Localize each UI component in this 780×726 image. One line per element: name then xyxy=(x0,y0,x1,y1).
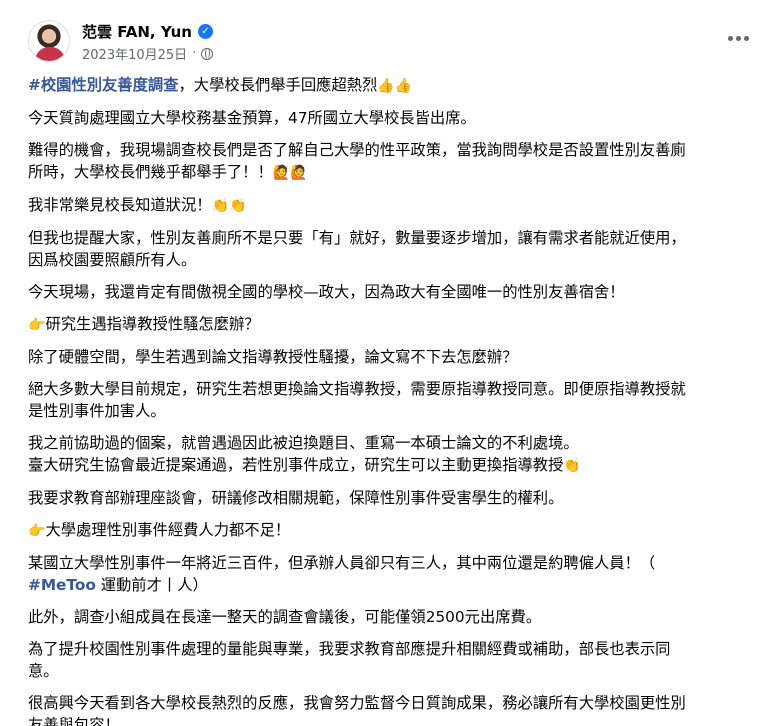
avatar-figure xyxy=(35,47,65,61)
avatar[interactable] xyxy=(28,20,70,62)
post-text: 我之前協助過的個案，就曾遇過因此被迫換題目、重寫一本碩士論文的不利處境。 xyxy=(28,434,579,452)
post-text: 除了硬體空間，學生若遇到論文指導教授性騷擾，論文寫不下去怎麼辦？ xyxy=(28,348,518,366)
pointing-hand-icon: 👉 xyxy=(28,317,46,333)
post-paragraph: 很高興今天看到各大學校長熱烈的反應，我會努力監督今日質詢成果，務必讓所有大學校園… xyxy=(28,692,768,726)
post-text: 臺大研究生協會最近提案通過，若性別事件成立，研究生可以主動更換指導教授 xyxy=(28,456,564,474)
post-text: 絕大多數大學目前規定，研究生若想更換論文指導教授，需要原指導教授同意。即便原指導… xyxy=(28,380,686,398)
more-options-button[interactable] xyxy=(722,26,754,50)
post-header: 范雲 FAN, Yun ✓ 2023年10月25日 · xyxy=(28,18,758,70)
post-paragraph: 難得的機會，我現場調查校長們是否了解自己大學的性平政策，當我詢問學校是否設置性別… xyxy=(28,139,768,184)
post-text: 某國立大學性別事件一年將近三百件，但承辦人員卻只有三人，其中兩位還是約聘僱人員！… xyxy=(28,554,656,572)
post-text: 此外，調查小組成員在長達一整天的調查會議後，可能僅領2500元出席費。 xyxy=(28,608,542,626)
post-text: 我非常樂見校長知道狀況！ xyxy=(28,196,212,214)
author-name[interactable]: 范雲 FAN, Yun xyxy=(82,21,192,42)
post-text: 所時，大學校長們幾乎都舉手了！！ xyxy=(28,163,273,181)
post-paragraph: 今天質詢處理國立大學校務基金預算，47所國立大學校長皆出席。 xyxy=(28,107,768,129)
post-text: 為了提升校園性別事件處理的量能與專業，我要求教育部應提升相關經費或補助，部長也表… xyxy=(28,640,671,658)
more-dot xyxy=(735,35,741,41)
clapping-hands-icon: 👏 xyxy=(563,458,581,474)
post-meta: 2023年10月25日 · xyxy=(82,44,214,63)
post-text: 友善與包容！ xyxy=(28,716,120,726)
post-text: 大學處理性別事件經費人力都不足！ xyxy=(45,521,291,539)
post-paragraph: 我之前協助過的個案，就曾遇過因此被迫換題目、重寫一本碩士論文的不利處境。 臺大研… xyxy=(28,432,768,477)
post-text: ，大學校長們舉手回應超熱烈 xyxy=(178,76,378,94)
globe-icon[interactable] xyxy=(201,47,214,60)
post-text: 我要求教育部辦理座談會，研議修改相關規範，保障性別事件受害學生的權利。 xyxy=(28,489,564,507)
post-text: 今天質詢處理國立大學校務基金預算，47所國立大學校長皆出席。 xyxy=(28,109,476,127)
post-text: 但我也提醒大家，性別友善廁所不是只要「有」就好，數量要逐步增加，讓有需求者能就近… xyxy=(28,229,686,247)
hashtag-link[interactable]: #校園性別友善度調查 xyxy=(28,76,179,94)
post-paragraph: 👉大學處理性別事件經費人力都不足！ xyxy=(28,519,768,542)
post-date[interactable]: 2023年10月25日 xyxy=(82,44,187,63)
post-text: 今天現場，我還肯定有間傲視全國的學校—政大，因為政大有全國唯一的性別友善宿舍！ xyxy=(28,283,625,301)
post-paragraph: 為了提升校園性別事件處理的量能與專業，我要求教育部應提升相關經費或補助，部長也表… xyxy=(28,638,768,682)
post-paragraph: #校園性別友善度調查，大學校長們舉手回應超熱烈👍👍 xyxy=(28,74,768,97)
post-text: 很高興今天看到各大學校長熱烈的反應，我會努力監督今日質詢成果，務必讓所有大學校園… xyxy=(28,694,686,712)
author-row: 范雲 FAN, Yun ✓ xyxy=(82,21,213,42)
more-horizontal-icon xyxy=(727,35,733,41)
pointing-hand-icon: 👉 xyxy=(28,523,46,539)
hashtag-link[interactable]: #MeToo xyxy=(28,576,96,594)
thumbs-up-icon: 👍👍 xyxy=(377,78,413,94)
post-paragraph: 👉研究生遇指導教授性騷怎麼辦？ xyxy=(28,313,768,336)
post-text: 因爲校園要照顧所有人。 xyxy=(28,251,197,269)
post-paragraph: 今天現場，我還肯定有間傲視全國的學校—政大，因為政大有全國唯一的性別友善宿舍！ xyxy=(28,281,768,303)
post-paragraph: 絕大多數大學目前規定，研究生若想更換論文指導教授，需要原指導教授同意。即便原指導… xyxy=(28,378,768,422)
post-body: #校園性別友善度調查，大學校長們舉手回應超熱烈👍👍 今天質詢處理國立大學校務基金… xyxy=(28,74,768,726)
post-text: 運動前才丨人） xyxy=(95,576,208,594)
raising-hand-icon: 🙋🙋 xyxy=(272,165,308,181)
verified-badge-icon: ✓ xyxy=(197,24,213,39)
post-paragraph: 我要求教育部辦理座談會，研議修改相關規範，保障性別事件受害學生的權利。 xyxy=(28,487,768,509)
post-paragraph: 除了硬體空間，學生若遇到論文指導教授性騷擾，論文寫不下去怎麼辦？ xyxy=(28,346,768,368)
more-dot xyxy=(743,35,749,41)
post-text: 研究生遇指導教授性騷怎麼辦？ xyxy=(45,315,260,333)
post-text: 意。 xyxy=(28,662,59,680)
clapping-hands-icon: 👏👏 xyxy=(211,198,247,214)
meta-separator: · xyxy=(192,46,197,61)
post-paragraph: 但我也提醒大家，性別友善廁所不是只要「有」就好，數量要逐步增加，讓有需求者能就近… xyxy=(28,227,768,271)
post-paragraph: 某國立大學性別事件一年將近三百件，但承辦人員卻只有三人，其中兩位還是約聘僱人員！… xyxy=(28,552,768,596)
post-text: 難得的機會，我現場調查校長們是否了解自己大學的性平政策，當我詢問學校是否設置性別… xyxy=(28,141,686,159)
post-paragraph: 此外，調查小組成員在長達一整天的調查會議後，可能僅領2500元出席費。 xyxy=(28,606,768,628)
post-text: 是性別事件加害人。 xyxy=(28,402,166,420)
facebook-post: 范雲 FAN, Yun ✓ 2023年10月25日 · #校園性別友善度調查，大… xyxy=(0,0,780,726)
post-paragraph: 我非常樂見校長知道狀況！👏👏 xyxy=(28,194,768,217)
